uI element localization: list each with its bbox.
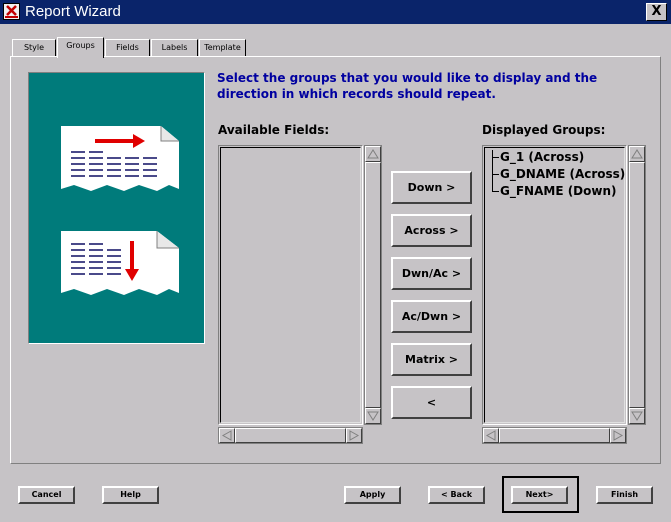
help-button[interactable]: Help (102, 486, 159, 504)
apply-button[interactable]: Apply (344, 486, 401, 504)
window-title: Report Wizard (25, 3, 121, 20)
next-button[interactable]: Next> (511, 486, 568, 504)
cancel-button[interactable]: Cancel (18, 486, 75, 504)
tab-template[interactable]: Template (199, 39, 246, 56)
finish-button[interactable]: Finish (596, 486, 653, 504)
tab-style[interactable]: Style (12, 39, 56, 56)
tab-labels[interactable]: Labels (151, 39, 198, 56)
tab-panel (10, 56, 661, 464)
tab-groups[interactable]: Groups (57, 37, 104, 58)
tab-fields[interactable]: Fields (105, 39, 150, 56)
oracle-reports-icon (3, 3, 20, 20)
back-button[interactable]: < Back (428, 486, 485, 504)
title-bar: Report Wizard X (0, 0, 671, 24)
close-button[interactable]: X (646, 3, 667, 21)
